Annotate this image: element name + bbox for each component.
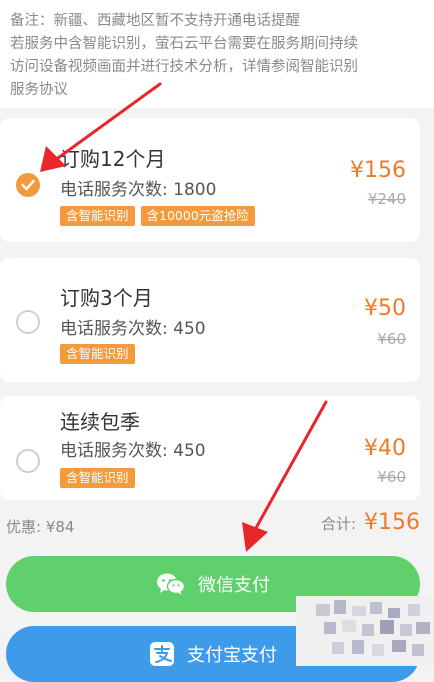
plan-card-quarterly[interactable]: 连续包季 电话服务次数: 450 含智能识别 ¥40 ¥60 xyxy=(0,396,420,500)
alipay-label: 支付宝支付 xyxy=(187,645,277,666)
plan-title: 订购12个月 xyxy=(60,147,166,171)
plan-tags: 含智能识别 含10000元盗抢险 xyxy=(60,206,255,226)
discount-text: 优惠: ¥84 xyxy=(6,518,75,536)
plan-price: ¥40 xyxy=(364,436,406,461)
plan-card-3-months[interactable]: 订购3个月 电话服务次数: 450 含智能识别 ¥50 ¥60 xyxy=(0,258,420,382)
total-summary: 合计: ¥156 xyxy=(321,510,420,535)
plan-price: ¥50 xyxy=(364,296,406,321)
plan-title: 订购3个月 xyxy=(60,286,153,310)
check-icon xyxy=(21,179,35,191)
tag-smart-recognition: 含智能识别 xyxy=(60,468,135,488)
wechat-icon xyxy=(156,572,186,596)
plan-calls: 电话服务次数: 1800 xyxy=(60,180,217,200)
plan-calls: 电话服务次数: 450 xyxy=(60,319,206,339)
tag-smart-recognition: 含智能识别 xyxy=(60,206,135,226)
mosaic-watermark xyxy=(296,596,434,666)
plan-card-12-months[interactable]: 订购12个月 电话服务次数: 1800 含智能识别 含10000元盗抢险 ¥15… xyxy=(0,118,420,242)
notice-line: 服务协议 xyxy=(10,82,68,98)
tag-smart-recognition: 含智能识别 xyxy=(60,344,135,364)
alipay-icon xyxy=(149,641,175,667)
plan-radio[interactable] xyxy=(16,449,40,473)
plan-tags: 含智能识别 xyxy=(60,344,135,364)
plan-original-price: ¥240 xyxy=(367,190,406,208)
plan-original-price: ¥60 xyxy=(377,330,406,348)
plan-title: 连续包季 xyxy=(60,410,140,434)
plan-radio-checked[interactable] xyxy=(16,173,40,197)
notice-line: 若服务中含智能识别，萤石云平台需要在服务期间持续 xyxy=(10,36,358,52)
total-label: 合计: xyxy=(320,515,356,533)
plan-price: ¥156 xyxy=(350,158,406,183)
notice-line: 访问设备视频画面并进行技术分析，详情参阅智能识别 xyxy=(10,59,358,75)
wechat-pay-label: 微信支付 xyxy=(198,575,270,596)
total-value: ¥156 xyxy=(364,510,420,535)
service-notice: 备注：新疆、西藏地区暂不支持开通电话提醒 若服务中含智能识别，萤石云平台需要在服… xyxy=(0,0,434,108)
plan-radio[interactable] xyxy=(16,310,40,334)
plan-calls: 电话服务次数: 450 xyxy=(60,441,206,461)
plan-original-price: ¥60 xyxy=(377,468,406,486)
notice-line: 备注：新疆、西藏地区暂不支持开通电话提醒 xyxy=(10,13,300,29)
plan-tags: 含智能识别 xyxy=(60,468,135,488)
tag-theft-insurance: 含10000元盗抢险 xyxy=(140,206,255,226)
